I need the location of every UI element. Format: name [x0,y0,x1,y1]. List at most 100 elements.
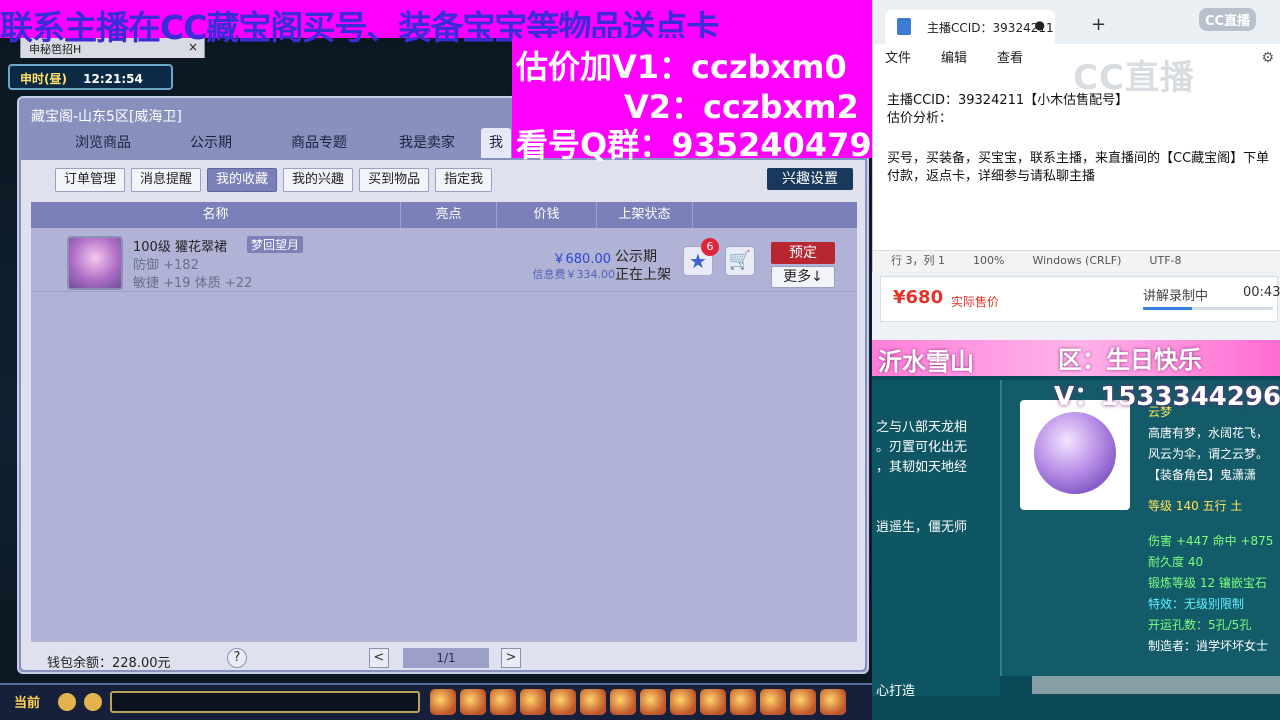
cangbaoge-footer: 钱包余额：228.00元 ? < 1/1 > [21,644,865,674]
recording-progress-fill [1143,307,1193,310]
notepad-tab[interactable]: 主播CCID：39324211 ● [885,10,1055,44]
text-line: 估价分析： [887,111,953,126]
file-icon [897,18,911,35]
live-price-bar: ¥680 实际售价 讲解录制中 00:43 [872,272,1280,340]
equipment-forge: 锻炼等级 12 镶嵌宝石 [1148,576,1267,590]
notepad-tab-bar: 主播CCID：39324211 ● + CC直播 [873,0,1280,44]
text-line: 逍遥生，僵无师 [876,520,968,535]
next-page-button[interactable]: > [501,648,521,668]
tab-mine[interactable]: 我 [481,128,511,158]
subtab-favorites[interactable]: 我的收藏 [207,168,278,192]
column-status: 上架状态 [597,202,693,228]
blurred-region [1032,676,1280,694]
wallet-balance: 钱包余额：228.00元 [47,656,171,671]
status-cursor: 行 3，列 1 [891,254,945,267]
status-line-ending: Windows (CRLF) [1032,254,1122,267]
sub-tabs: 订单管理 消息提醒 我的收藏 我的兴趣 买到物品 指定我 [55,168,493,192]
skill-icon[interactable] [760,689,786,715]
contact-phone: V：1533344296 [1054,382,1280,412]
cangbaoge-window: 藏宝阁-山东5区[威海卫] 浏览商品 公示期 商品专题 我是卖家 我 订单管理 … [17,96,869,674]
actual-price-label: 实际售价 [951,295,1000,309]
equipment-detail-panel: 云梦 高唐有梦，水阔花飞， 风云为伞，谓之云梦。 【装备角色】鬼潇潇 等级 14… [1000,380,1280,676]
skill-icon[interactable] [490,689,516,715]
notepad-window: 主播CCID：39324211 ● + CC直播 文件 编辑 查看 CC直播 ⚙… [872,0,1280,272]
text-line: 买号，买装备，买宝宝，联系主播，来直播间的【CC藏宝阁】下单付款，返点卡，详细参… [887,151,1270,184]
window-title: 藏宝阁-山东5区[威海卫] [31,109,182,125]
subtab-messages[interactable]: 消息提醒 [131,168,202,192]
skill-bar [430,689,846,715]
subtab-assigned[interactable]: 指定我 [435,168,493,192]
menu-edit[interactable]: 编辑 [941,44,997,74]
skill-icon[interactable] [820,689,846,715]
item-attribute: 防御 +182 [133,258,199,273]
cart-icon[interactable]: 🛒 [725,246,755,276]
equipment-holes: 开运孔数：5孔/5孔 [1148,618,1252,632]
emoji-icon[interactable] [84,693,102,711]
item-price: ￥680.00 [552,252,612,267]
tab-browse[interactable]: 浏览商品 [49,128,157,158]
main-tabs: 浏览商品 公示期 商品专题 我是卖家 我 [49,128,511,158]
equipment-stats: 云梦 高唐有梦，水阔花飞， 风云为伞，谓之云梦。 【装备角色】鬼潇潇 等级 14… [1148,402,1280,657]
skill-icon[interactable] [430,689,456,715]
notepad-text-area[interactable]: 主播CCID：39324211【小木估售配号】 估价分析： 买号，买装备，买宝宝… [887,92,1271,186]
skill-icon[interactable] [610,689,636,715]
item-attribute: 敏捷 +19 体质 +22 [133,276,253,291]
item-fee: 信息费￥334.00 [532,268,616,281]
text-line: 。刃置可化出无 [876,440,968,455]
equipment-durability: 耐久度 40 [1148,555,1204,569]
gear-icon[interactable]: ⚙ [1261,50,1274,66]
text-line: 心打造 [876,684,916,699]
recording-progress [1143,307,1273,310]
table-row[interactable]: 100级 獾花翠裙 梦回望月 防御 +182 敏捷 +19 体质 +22 ￥68… [31,230,857,292]
skirt-icon[interactable] [67,236,123,290]
table-header: 名称 亮点 价钱 上架状态 [31,202,857,228]
equipment-level: 等级 140 五行 土 [1148,499,1243,513]
tab-public-period[interactable]: 公示期 [157,128,265,158]
tab-topics[interactable]: 商品专题 [265,128,373,158]
subtab-orders[interactable]: 订单管理 [55,168,126,192]
equipment-desc: 风云为伞，谓之云梦。 [1148,447,1269,461]
pink-banner: 沂水雪山 区：生日快乐 [872,340,1280,376]
equipment-role: 【装备角色】鬼潇潇 [1148,468,1257,482]
promo-contact-box: 估价加V1：cczbxm0 V2：cczbxm2 看号Q群：935240479 [512,38,872,164]
prev-page-button[interactable]: < [369,648,389,668]
skill-icon[interactable] [520,689,546,715]
menu-file[interactable]: 文件 [885,44,941,74]
skill-icon[interactable] [700,689,726,715]
skill-icon[interactable] [730,689,756,715]
new-tab-button[interactable]: + [1091,14,1106,35]
skill-icon[interactable] [790,689,816,715]
status-zoom: 100% [973,254,1005,267]
equipment-maker: 制造者：逍学坏坏女士 [1148,639,1269,653]
promo-line-qq: 看号Q群：935240479 [516,126,872,164]
subtab-interests[interactable]: 我的兴趣 [283,168,354,192]
reserve-button[interactable]: 预定 [771,242,835,264]
chat-input[interactable] [110,691,420,713]
microphone-icon[interactable] [58,693,76,711]
skill-icon[interactable] [580,689,606,715]
item-status: 公示期 [615,249,657,265]
skill-icon[interactable] [670,689,696,715]
favorites-table: 名称 亮点 价钱 上架状态 100级 獾花翠裙 梦回望月 防御 +182 敏捷 … [31,202,857,642]
interest-settings-button[interactable]: 兴趣设置 [767,168,853,190]
skill-icon[interactable] [460,689,486,715]
item-name[interactable]: 100级 獾花翠裙 [133,236,227,255]
text-line: 之与八部天龙相 [876,420,968,435]
help-icon[interactable]: ? [227,648,247,668]
menu-view[interactable]: 查看 [997,44,1053,74]
game-time-label: 申时(昼) [20,72,67,86]
game-bottom-bar: 当前 [0,683,872,720]
channel-current[interactable]: 当前 [14,692,40,711]
skill-icon[interactable] [550,689,576,715]
recording-time: 00:43 [1243,285,1280,300]
cc-live-logo: CC直播 [1199,8,1257,31]
promo-banner: 联系主播在CC藏宝阁买号、装备宝宝等物品送点卡 [0,0,872,47]
page-indicator: 1/1 [403,648,489,668]
more-button[interactable]: 更多↓ [771,266,835,288]
column-price: 价钱 [497,202,597,228]
column-name: 名称 [31,202,401,228]
tab-seller[interactable]: 我是卖家 [373,128,481,158]
subtab-purchased[interactable]: 买到物品 [359,168,430,192]
skill-icon[interactable] [640,689,666,715]
equipment-view: 沂水雪山 区：生日快乐 之与八部天龙相 。刃置可化出无 ，其韧如天地经 逍遥生，… [872,340,1280,720]
